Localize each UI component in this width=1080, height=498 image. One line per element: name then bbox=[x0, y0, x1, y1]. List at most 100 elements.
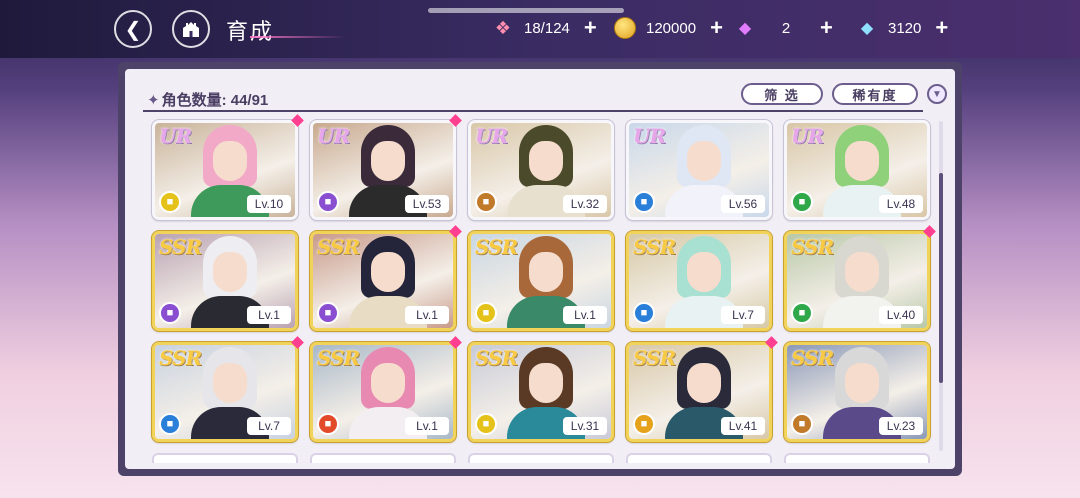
character-card-partial[interactable] bbox=[310, 453, 456, 463]
character-panel: ✦ 角色数量: 44/91 筛 选 稀有度 ▼ UR ■ Lv.10 UR ■ Lv.53 U… bbox=[118, 62, 962, 476]
portrait-face bbox=[687, 141, 721, 181]
sort-order-toggle[interactable]: ▼ bbox=[927, 84, 947, 104]
attribute-icon: ■ bbox=[475, 191, 497, 213]
character-card[interactable]: SSR ■ Lv.7 bbox=[151, 336, 304, 443]
portrait-face bbox=[213, 252, 247, 292]
rarity-badge: SSR bbox=[317, 346, 360, 370]
character-card-frame[interactable]: UR ■ Lv.53 bbox=[309, 119, 457, 221]
character-card-frame[interactable]: SSR ■ Lv.40 bbox=[783, 230, 931, 332]
attribute-icon: ■ bbox=[159, 413, 181, 435]
portrait-face bbox=[371, 141, 405, 181]
level-label: Lv.32 bbox=[563, 195, 607, 213]
character-count-text: 角色数量: 44/91 bbox=[161, 92, 269, 109]
character-card[interactable]: SSR ■ Lv.1 bbox=[467, 230, 615, 332]
character-card[interactable]: SSR ■ Lv.1 bbox=[151, 230, 299, 332]
rarity-badge: UR bbox=[791, 124, 824, 148]
rarity-badge: UR bbox=[633, 124, 666, 148]
rarity-badge: UR bbox=[317, 124, 350, 148]
attribute-icon: ■ bbox=[791, 191, 813, 213]
character-card-frame[interactable]: SSR ■ Lv.31 bbox=[467, 341, 615, 443]
character-card-partial[interactable] bbox=[468, 453, 614, 463]
add-blue-diamond-button[interactable]: + bbox=[935, 17, 948, 39]
scroll-thumb[interactable] bbox=[939, 173, 943, 383]
rarity-sort-button[interactable]: 稀有度 bbox=[832, 83, 918, 105]
portrait-face bbox=[529, 141, 563, 181]
character-card[interactable]: UR ■ Lv.48 bbox=[783, 119, 931, 221]
rarity-badge: UR bbox=[475, 124, 508, 148]
title-decoration bbox=[250, 36, 346, 38]
add-pink-diamond-button[interactable]: + bbox=[820, 17, 833, 39]
pink-diamond-icon: ◆ bbox=[738, 20, 752, 37]
portrait-face bbox=[371, 252, 405, 292]
filter-button[interactable]: 筛 选 bbox=[741, 83, 823, 105]
candy-count: 18/124 bbox=[524, 19, 570, 37]
character-card-frame[interactable]: SSR ■ Lv.1 bbox=[309, 230, 457, 332]
character-card[interactable]: UR ■ Lv.32 bbox=[467, 119, 615, 221]
add-candy-button[interactable]: + bbox=[584, 17, 597, 39]
rarity-badge: SSR bbox=[159, 235, 202, 259]
character-card-frame[interactable]: UR ■ Lv.10 bbox=[151, 119, 299, 221]
character-card-frame[interactable]: SSR ■ Lv.7 bbox=[151, 341, 299, 443]
character-card-partial[interactable] bbox=[626, 453, 772, 463]
character-card-frame[interactable]: UR ■ Lv.32 bbox=[467, 119, 615, 221]
candy-icon: ❖ bbox=[494, 17, 512, 38]
drag-handle[interactable] bbox=[428, 8, 624, 13]
rarity-badge: SSR bbox=[791, 346, 834, 370]
character-grid: UR ■ Lv.10 UR ■ Lv.53 UR ■ Lv.32 UR ■ Lv.56 UR ■ Lv.48… bbox=[151, 114, 936, 469]
resource-coin: 120000 + bbox=[614, 15, 723, 41]
character-card[interactable]: SSR ■ Lv.23 bbox=[783, 341, 931, 443]
character-card[interactable]: SSR ■ Lv.41 bbox=[625, 336, 778, 443]
coin-icon bbox=[614, 17, 636, 39]
resource-pink-diamond: ◆ 2 + bbox=[734, 15, 833, 41]
character-card-frame[interactable]: UR ■ Lv.48 bbox=[783, 119, 931, 221]
character-card[interactable]: SSR ■ Lv.1 bbox=[309, 336, 462, 443]
attribute-icon: ■ bbox=[791, 413, 813, 435]
level-label: Lv.40 bbox=[879, 306, 923, 324]
character-card-frame[interactable]: SSR ■ Lv.7 bbox=[625, 230, 773, 332]
level-label: Lv.23 bbox=[879, 417, 923, 435]
attribute-icon: ■ bbox=[633, 302, 655, 324]
character-card[interactable]: UR ■ Lv.10 bbox=[151, 114, 304, 221]
back-button[interactable]: ❮ bbox=[114, 10, 152, 48]
character-card-partial[interactable] bbox=[784, 453, 930, 463]
character-card-frame[interactable]: SSR ■ Lv.1 bbox=[309, 341, 457, 443]
portrait-face bbox=[845, 252, 879, 292]
sparkle-icon: ✦ bbox=[147, 92, 160, 109]
character-card[interactable]: UR ■ Lv.53 bbox=[309, 114, 462, 221]
attribute-icon: ■ bbox=[317, 191, 339, 213]
portrait-face bbox=[213, 141, 247, 181]
rarity-badge: SSR bbox=[633, 346, 676, 370]
level-label: Lv.48 bbox=[879, 195, 923, 213]
character-card[interactable]: SSR ■ Lv.1 bbox=[309, 225, 462, 332]
character-card[interactable]: SSR ■ Lv.31 bbox=[467, 341, 615, 443]
rarity-badge: SSR bbox=[475, 346, 518, 370]
rarity-badge: SSR bbox=[317, 235, 360, 259]
character-panel-inner: ✦ 角色数量: 44/91 筛 选 稀有度 ▼ UR ■ Lv.10 UR ■ Lv.53 U… bbox=[125, 69, 955, 469]
character-card-frame[interactable]: SSR ■ Lv.23 bbox=[783, 341, 931, 443]
pink-diamond-count: 2 bbox=[781, 19, 791, 37]
scrollbar[interactable] bbox=[939, 121, 943, 451]
character-card-frame[interactable]: SSR ■ Lv.41 bbox=[625, 341, 773, 443]
level-label: Lv.1 bbox=[563, 306, 607, 324]
character-card-frame[interactable]: UR ■ Lv.56 bbox=[625, 119, 773, 221]
add-coin-button[interactable]: + bbox=[710, 17, 723, 39]
header-divider bbox=[143, 110, 923, 112]
portrait-face bbox=[845, 141, 879, 181]
home-button[interactable] bbox=[172, 10, 210, 48]
attribute-icon: ■ bbox=[475, 413, 497, 435]
character-card[interactable]: SSR ■ Lv.7 bbox=[625, 230, 773, 332]
portrait-face bbox=[687, 363, 721, 403]
portrait-face bbox=[529, 252, 563, 292]
attribute-icon: ■ bbox=[791, 302, 813, 324]
character-card-frame[interactable]: SSR ■ Lv.1 bbox=[467, 230, 615, 332]
rarity-badge: SSR bbox=[633, 235, 676, 259]
resource-blue-diamond: ◆ 3120 + bbox=[856, 15, 948, 41]
resource-candy: ❖ 18/124 + bbox=[492, 15, 597, 41]
character-card-frame[interactable]: SSR ■ Lv.1 bbox=[151, 230, 299, 332]
chevron-down-icon: ▼ bbox=[932, 88, 942, 100]
character-card-partial[interactable] bbox=[152, 453, 298, 463]
level-label: Lv.56 bbox=[721, 195, 765, 213]
character-card[interactable]: UR ■ Lv.56 bbox=[625, 119, 773, 221]
character-card[interactable]: SSR ■ Lv.40 bbox=[783, 225, 936, 332]
level-label: Lv.31 bbox=[563, 417, 607, 435]
